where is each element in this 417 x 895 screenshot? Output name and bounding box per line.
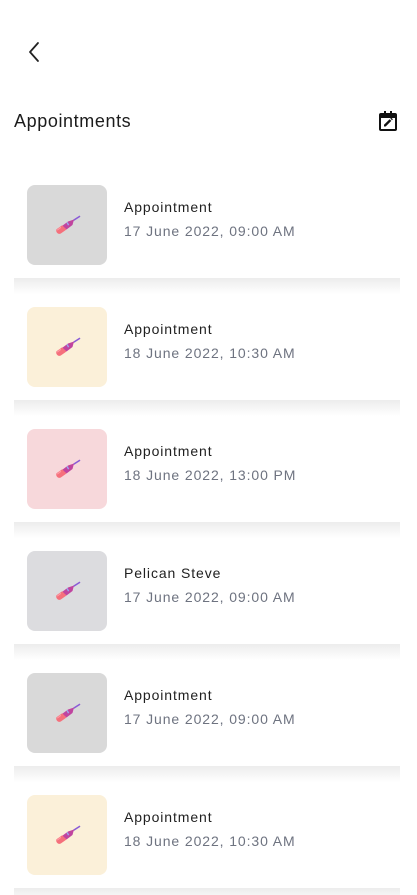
appointment-card[interactable]: Pelican Steve 17 June 2022, 09:00 AM xyxy=(14,538,400,660)
lipstick-icon xyxy=(56,459,81,478)
appointment-title: Appointment xyxy=(124,809,213,825)
appointment-thumbnail xyxy=(27,185,107,265)
appointment-datetime: 17 June 2022, 09:00 AM xyxy=(124,589,296,605)
chevron-left-icon xyxy=(29,42,39,62)
lipstick-icon xyxy=(56,703,81,722)
appointment-card[interactable]: Appointment 17 June 2022, 09:00 AM xyxy=(14,660,400,782)
appointment-title: Appointment xyxy=(124,443,213,459)
appointment-title: Appointment xyxy=(124,321,213,337)
appointment-thumbnail xyxy=(27,429,107,509)
page-header: Appointments xyxy=(14,106,400,136)
calendar-edit-icon xyxy=(379,111,397,131)
appointment-thumbnail xyxy=(27,551,107,631)
lipstick-icon xyxy=(56,825,81,844)
appointment-thumbnail xyxy=(27,673,107,753)
appointment-card[interactable]: Appointment 18 June 2022, 13:00 PM xyxy=(14,416,400,538)
lipstick-icon xyxy=(56,337,81,356)
appointment-thumbnail xyxy=(27,307,107,387)
appointment-card[interactable]: Appointment 18 June 2022, 10:30 AM xyxy=(14,294,400,416)
appointment-datetime: 18 June 2022, 13:00 PM xyxy=(124,467,297,483)
lipstick-icon xyxy=(56,581,81,600)
appointment-datetime: 17 June 2022, 09:00 AM xyxy=(124,711,296,727)
appointment-datetime: 18 June 2022, 10:30 AM xyxy=(124,833,296,849)
appointment-thumbnail xyxy=(27,795,107,875)
appointment-title: Appointment xyxy=(124,687,213,703)
back-button[interactable] xyxy=(20,36,48,68)
calendar-edit-button[interactable] xyxy=(376,109,400,133)
appointment-card[interactable]: Appointment 18 June 2022, 10:30 AM xyxy=(14,782,400,895)
appointment-title: Pelican Steve xyxy=(124,565,222,581)
lipstick-icon xyxy=(56,215,81,234)
appointments-list: Appointment 17 June 2022, 09:00 AM Appoi… xyxy=(14,172,400,895)
appointment-title: Appointment xyxy=(124,199,213,215)
page-title: Appointments xyxy=(14,110,132,131)
appointment-card[interactable]: Appointment 17 June 2022, 09:00 AM xyxy=(14,172,400,294)
appointment-datetime: 17 June 2022, 09:00 AM xyxy=(124,223,296,239)
appointment-datetime: 18 June 2022, 10:30 AM xyxy=(124,345,296,361)
